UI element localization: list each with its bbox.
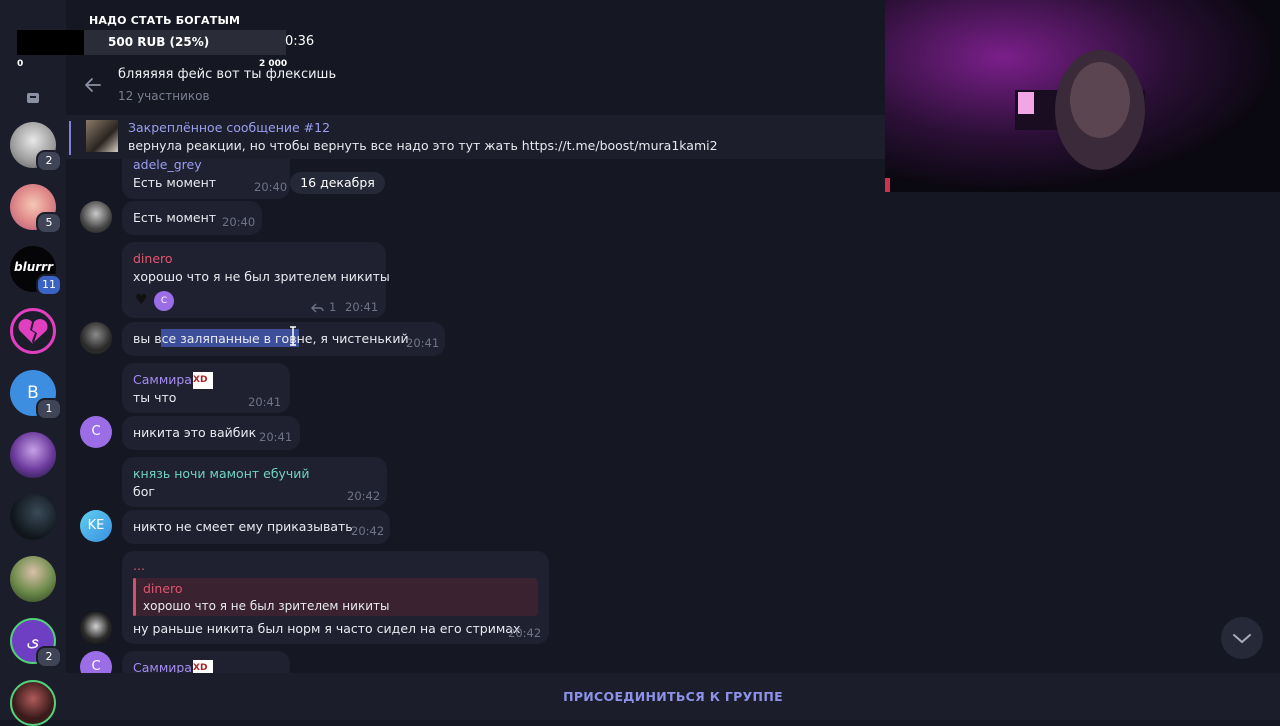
user-avatar[interactable]: C: [80, 416, 112, 448]
name-sticker-tag: XD: [193, 372, 213, 389]
message-text: Есть момент: [133, 210, 217, 225]
donation-goal-title: НАДО СТАТЬ БОГАТЫМ: [89, 14, 241, 27]
reaction-avatar: C: [154, 291, 174, 311]
message-time: 20:42: [508, 626, 542, 640]
broken-heart-icon: [18, 319, 48, 344]
pinned-title: Закреплённое сообщение #12: [128, 120, 331, 135]
message-text: Есть момент: [133, 175, 217, 190]
message-text: никита это вайбик: [133, 425, 257, 440]
message-time: 20:40: [254, 180, 288, 194]
message-sender[interactable]: ...: [133, 558, 145, 573]
donation-min: 0: [17, 59, 24, 69]
chat-avatar-dark[interactable]: [10, 494, 56, 540]
reply-text: хорошо что я не был зрителем никиты: [143, 599, 390, 613]
message-sender[interactable]: Саммира: [133, 372, 192, 387]
chat-avatar-broken-heart[interactable]: [10, 308, 56, 354]
chevron-down-icon: [1233, 634, 1251, 644]
chat-list-sidebar: 2 5 blurrr 11 B 1 ى 2: [0, 0, 66, 726]
text-cursor-icon: [289, 326, 297, 346]
pinned-text: вернула реакции, но чтобы вернуть все на…: [128, 138, 718, 153]
archive-icon[interactable]: [26, 89, 40, 103]
unread-badge: 1: [36, 398, 62, 420]
reply-quote[interactable]: dinero хорошо что я не был зрителем ники…: [133, 578, 538, 616]
message-text: ты что: [133, 390, 177, 405]
chat-avatar-purple[interactable]: [10, 432, 56, 478]
chat-title[interactable]: бляяяяя фейс вот ты флексишь: [118, 67, 336, 82]
user-avatar[interactable]: [80, 201, 112, 233]
scroll-to-bottom-button[interactable]: [1221, 617, 1263, 659]
message-time: 20:40: [222, 215, 256, 229]
message-time: 20:41: [259, 430, 293, 444]
unread-badge: 5: [36, 212, 62, 234]
message-text: бог: [133, 484, 155, 499]
pinned-message-bar[interactable]: Закреплённое сообщение #12 вернула реакц…: [66, 115, 885, 159]
back-arrow-icon[interactable]: [82, 74, 104, 96]
black-heart-reaction-icon[interactable]: ♥: [135, 292, 148, 308]
user-avatar[interactable]: [80, 612, 112, 644]
message-time: 20:41: [248, 395, 282, 409]
reply-sender: dinero: [143, 581, 183, 596]
message-time: 20:41: [345, 300, 379, 314]
reply-quote-bar: [133, 578, 136, 616]
message-sender[interactable]: князь ночи мамонт ебучий: [133, 466, 310, 481]
unread-badge: 2: [36, 150, 62, 172]
user-avatar[interactable]: [80, 322, 112, 354]
date-separator: 16 декабря: [290, 172, 385, 194]
webcam-overlay: [885, 0, 1280, 192]
message-sender[interactable]: dinero: [133, 251, 173, 266]
donation-goal-overlay: НАДО СТАТЬ БОГАТЫМ 500 RUB (25%) 0:36 0 …: [0, 0, 885, 72]
reply-count: 1: [329, 300, 337, 314]
unread-badge: 2: [36, 646, 62, 668]
reply-arrow-icon[interactable]: [310, 299, 324, 318]
message-sender[interactable]: adele_grey: [133, 157, 202, 172]
message-time: 20:42: [347, 489, 381, 503]
unread-badge: 11: [36, 274, 62, 296]
user-avatar[interactable]: KE: [80, 510, 112, 542]
join-group-bar: ПРИСОЕДИНИТЬСЯ К ГРУППЕ: [66, 673, 1280, 720]
join-group-button[interactable]: ПРИСОЕДИНИТЬСЯ К ГРУППЕ: [66, 673, 1280, 720]
chat-avatar-green-ring[interactable]: [10, 680, 56, 726]
pinned-thumbnail: [86, 120, 118, 152]
message-text: никто не смеет ему приказывать: [133, 519, 353, 534]
message-time: 20:41: [406, 336, 440, 350]
blurrr-logo-text: blurrr: [14, 260, 53, 274]
message-text[interactable]: вы все заляпанные в говне, я чистенький: [133, 331, 409, 346]
chat-member-count: 12 участников: [118, 89, 210, 103]
donation-timer: 0:36: [285, 34, 315, 49]
message-text: ну раньше никита был норм я часто сидел …: [133, 621, 521, 636]
message-text: хорошо что я не был зрителем никиты: [133, 269, 390, 284]
donation-redaction: [17, 30, 84, 55]
chat-avatar-photo[interactable]: [10, 556, 56, 602]
pinned-indicator: [69, 121, 71, 155]
message-time: 20:42: [351, 524, 385, 538]
donation-amount: 500 RUB (25%): [108, 35, 210, 49]
